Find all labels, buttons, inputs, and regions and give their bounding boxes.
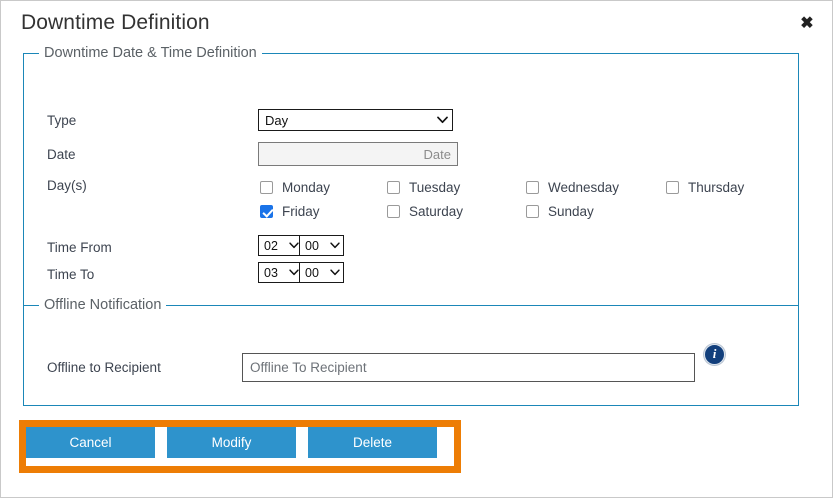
info-icon[interactable]: i bbox=[704, 344, 725, 365]
type-label: Type bbox=[47, 113, 76, 128]
chevron-down-icon bbox=[326, 269, 343, 276]
checkbox-box-icon bbox=[387, 205, 400, 218]
checkbox-box-icon bbox=[387, 181, 400, 194]
checkbox-box-icon bbox=[526, 205, 539, 218]
days-label: Day(s) bbox=[47, 178, 87, 193]
checkbox-label: Friday bbox=[282, 204, 320, 219]
offline-recipient-input[interactable] bbox=[242, 353, 695, 382]
close-icon[interactable]: ✖ bbox=[796, 13, 818, 35]
checkbox-label: Monday bbox=[282, 180, 330, 195]
offline-recipient-label: Offline to Recipient bbox=[47, 360, 161, 375]
checkbox-label: Wednesday bbox=[548, 180, 619, 195]
time-from-hour-value: 02 bbox=[259, 239, 285, 253]
time-to-hour-select[interactable]: 03 bbox=[258, 262, 303, 283]
time-from-minute-select[interactable]: 00 bbox=[299, 235, 344, 256]
downtime-date-time-legend: Downtime Date & Time Definition bbox=[39, 45, 262, 61]
checkbox-tuesday[interactable]: Tuesday bbox=[387, 180, 460, 195]
date-input[interactable] bbox=[258, 142, 458, 166]
checkbox-thursday[interactable]: Thursday bbox=[666, 180, 744, 195]
time-from-hour-select[interactable]: 02 bbox=[258, 235, 303, 256]
checkbox-friday[interactable]: Friday bbox=[260, 204, 320, 219]
button-bar: Cancel Modify Delete bbox=[26, 427, 437, 458]
checkbox-wednesday[interactable]: Wednesday bbox=[526, 180, 619, 195]
time-to-label: Time To bbox=[47, 267, 94, 282]
checkbox-box-icon bbox=[260, 181, 273, 194]
date-label: Date bbox=[47, 147, 76, 162]
checkbox-label: Sunday bbox=[548, 204, 594, 219]
chevron-down-icon bbox=[432, 116, 452, 124]
downtime-date-time-fieldset: Downtime Date & Time Definition bbox=[23, 53, 799, 305]
chevron-down-icon bbox=[326, 242, 343, 249]
time-to-minute-select[interactable]: 00 bbox=[299, 262, 344, 283]
type-select-value: Day bbox=[259, 113, 432, 128]
checkbox-saturday[interactable]: Saturday bbox=[387, 204, 463, 219]
checkbox-monday[interactable]: Monday bbox=[260, 180, 330, 195]
time-to-hour-value: 03 bbox=[259, 266, 285, 280]
modify-button[interactable]: Modify bbox=[167, 427, 296, 458]
downtime-definition-dialog: Downtime Definition ✖ Downtime Date & Ti… bbox=[0, 0, 833, 498]
time-from-minute-value: 00 bbox=[300, 239, 326, 253]
checkbox-box-icon bbox=[260, 205, 273, 218]
type-select[interactable]: Day bbox=[258, 109, 453, 131]
checkbox-label: Tuesday bbox=[409, 180, 460, 195]
offline-notification-legend: Offline Notification bbox=[39, 297, 166, 313]
delete-button[interactable]: Delete bbox=[308, 427, 437, 458]
checkbox-box-icon bbox=[666, 181, 679, 194]
page-title: Downtime Definition bbox=[21, 11, 210, 35]
checkbox-sunday[interactable]: Sunday bbox=[526, 204, 594, 219]
checkbox-label: Thursday bbox=[688, 180, 744, 195]
cancel-button[interactable]: Cancel bbox=[26, 427, 155, 458]
checkbox-label: Saturday bbox=[409, 204, 463, 219]
time-from-label: Time From bbox=[47, 240, 112, 255]
time-to-minute-value: 00 bbox=[300, 266, 326, 280]
checkbox-box-icon bbox=[526, 181, 539, 194]
